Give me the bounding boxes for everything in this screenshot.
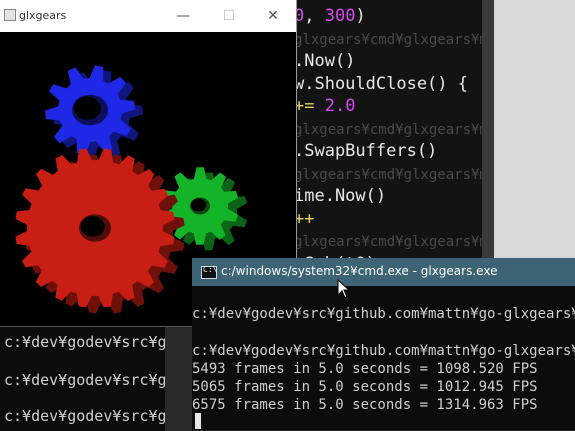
cmd-window: C:\ c:/windows/system32¥cmd.exe - glxgea… bbox=[192, 258, 575, 430]
cmd-line: 5065 frames in 5.0 seconds = 1012.945 FP… bbox=[192, 379, 538, 395]
editor-code-line: ime.Now() bbox=[294, 186, 387, 206]
app-icon bbox=[4, 9, 16, 21]
console-scrollbar[interactable] bbox=[165, 327, 192, 431]
editor-scrollbar[interactable] bbox=[482, 0, 494, 270]
editor-code-line: glxgears¥cmd¥glxgears¥m bbox=[294, 234, 488, 250]
code-editor-background: 0, 300) glxgears¥cmd¥glxgears¥m .Now() w.Sh… bbox=[290, 0, 575, 270]
cmd-line: c:¥dev¥godev¥src¥github.com¥mattn¥go-glx… bbox=[192, 306, 575, 322]
blue-gear bbox=[45, 65, 143, 160]
cmd-line: 6575 frames in 5.0 seconds = 1314.963 FP… bbox=[192, 397, 538, 413]
window-title: glxgears bbox=[19, 9, 67, 22]
minimize-button[interactable]: — bbox=[160, 0, 206, 32]
green-gear bbox=[161, 167, 248, 251]
mouse-pointer-icon bbox=[337, 279, 351, 299]
glxgears-titlebar[interactable]: glxgears — ☐ ✕ bbox=[0, 0, 296, 32]
console-window-left: c:¥dev¥godev¥src¥github c:¥dev¥godev¥src… bbox=[0, 326, 212, 431]
maximize-button[interactable]: ☐ bbox=[206, 0, 252, 32]
text-cursor bbox=[195, 413, 201, 429]
editor-code-line: .Now() bbox=[294, 51, 356, 71]
close-button[interactable]: ✕ bbox=[250, 0, 296, 32]
editor-side-panel bbox=[494, 0, 575, 270]
editor-code-line: glxgears¥cmd¥glxgears¥m bbox=[294, 166, 488, 183]
editor-code-line: .SwapBuffers() bbox=[294, 141, 438, 161]
editor-code-line: w.ShouldClose() { bbox=[294, 73, 468, 94]
editor-code-line: 0, 300) bbox=[294, 6, 366, 26]
red-gear bbox=[15, 148, 185, 314]
cmd-line: 5493 frames in 5.0 seconds = 1098.520 FP… bbox=[192, 361, 538, 377]
window-title: c:/windows/system32¥cmd.exe - glxgears.e… bbox=[221, 264, 498, 278]
editor-code-line: += 2.0 bbox=[294, 96, 356, 116]
editor-code-line: glxgears¥cmd¥glxgears¥m bbox=[294, 121, 488, 138]
cmd-icon: C:\ bbox=[201, 265, 217, 279]
cmd-titlebar[interactable]: C:\ c:/windows/system32¥cmd.exe - glxgea… bbox=[192, 258, 575, 286]
editor-code-line: ++ bbox=[294, 208, 315, 229]
cmd-line: c:¥dev¥godev¥src¥github.com¥mattn¥go-glx… bbox=[192, 343, 575, 359]
editor-code-line: glxgears¥cmd¥glxgears¥m bbox=[294, 31, 488, 48]
